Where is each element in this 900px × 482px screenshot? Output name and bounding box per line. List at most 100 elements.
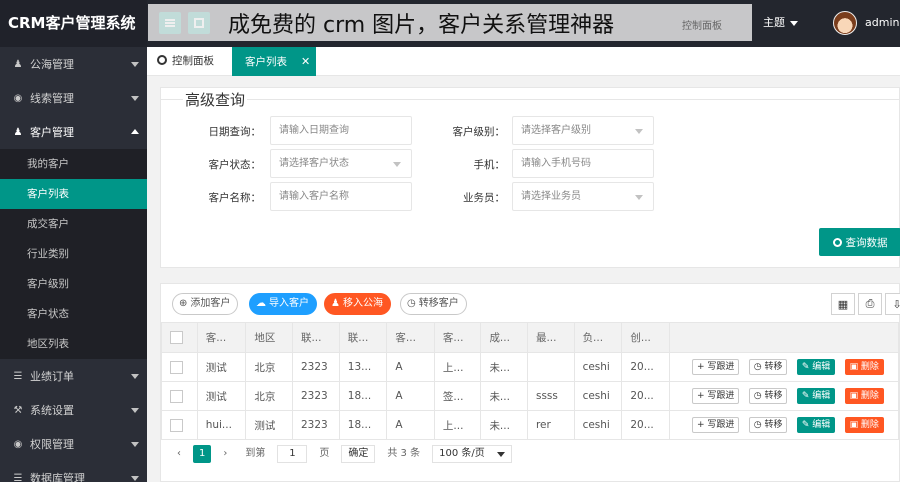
column-header[interactable]: 负... bbox=[573, 322, 623, 353]
table-cell: 上... bbox=[433, 410, 482, 440]
watermark-banner: 成免费的 crm 图片，客户关系管理神器 控制面板 bbox=[148, 4, 752, 41]
goto-page-input[interactable]: 1 bbox=[277, 445, 308, 463]
transfer-customer-button[interactable]: ◷ 转移客户 bbox=[400, 293, 467, 315]
status-select[interactable]: 请选择客户状态 bbox=[270, 149, 412, 178]
table-cell: 2323 bbox=[291, 381, 340, 411]
column-header[interactable]: 客... bbox=[386, 322, 435, 353]
goto-confirm-button[interactable]: 确定 bbox=[341, 445, 376, 463]
row-select-cell[interactable] bbox=[161, 352, 198, 382]
avatar[interactable] bbox=[833, 11, 857, 35]
button-label: 添加客户 bbox=[190, 298, 231, 309]
row-checkbox[interactable] bbox=[170, 389, 183, 403]
transfer-button[interactable]: ◷ 转移 bbox=[748, 417, 788, 433]
submenu-item-customer-list[interactable]: 客户列表 bbox=[0, 179, 147, 209]
name-label: 客户名称： bbox=[208, 192, 262, 204]
sidebar-item-database[interactable]: ☰ 数据库管理 bbox=[0, 461, 147, 482]
theme-menu[interactable]: 主题 bbox=[763, 0, 798, 47]
sidebar-item-public-pool[interactable]: ♟ 公海管理 bbox=[0, 47, 147, 81]
button-label: 移入公海 bbox=[342, 298, 383, 309]
name-input[interactable]: 请输入客户名称 bbox=[270, 182, 412, 211]
sidebar-item-leads[interactable]: ◉ 线索管理 bbox=[0, 81, 147, 115]
sidebar-item-customers[interactable]: ♟ 客户管理 bbox=[0, 115, 147, 149]
table-cell bbox=[526, 352, 575, 382]
globe-icon: ◉ bbox=[13, 92, 23, 104]
header-dashboard-link[interactable]: 控制面板 bbox=[682, 17, 722, 32]
table-cell: 13... bbox=[338, 352, 388, 382]
chevron-down-icon bbox=[635, 129, 643, 134]
chevron-down-icon bbox=[131, 96, 139, 101]
page-size-select[interactable]: 100 条/页 bbox=[432, 445, 513, 463]
date-input[interactable]: 请输入日期查询 bbox=[270, 116, 412, 145]
row-actions: + 写跟进 ◷ 转移 ✎ 编辑 ▣ 删除 bbox=[669, 381, 899, 411]
select-all-checkbox[interactable] bbox=[170, 331, 183, 344]
column-header[interactable]: 客... bbox=[433, 322, 482, 353]
edit-button[interactable]: ✎ 编辑 bbox=[796, 417, 836, 433]
follow-up-button[interactable]: + 写跟进 bbox=[692, 417, 740, 433]
follow-up-button[interactable]: + 写跟进 bbox=[692, 388, 740, 404]
export-icon[interactable]: ⇩ bbox=[885, 293, 900, 315]
column-header[interactable]: 联... bbox=[291, 322, 340, 353]
table-cell: 20... bbox=[621, 381, 670, 411]
transfer-button[interactable]: ◷ 转移 bbox=[748, 388, 788, 404]
tab-customer-list[interactable]: 客户列表 ✕ bbox=[232, 47, 316, 76]
submenu-item-region[interactable]: 地区列表 bbox=[0, 329, 147, 359]
column-header[interactable]: 客... bbox=[196, 322, 247, 353]
submenu-item-customer-status[interactable]: 客户状态 bbox=[0, 299, 147, 329]
submenu-item-my-customers[interactable]: 我的客户 bbox=[0, 149, 147, 179]
column-header[interactable]: 成... bbox=[480, 322, 528, 353]
row-checkbox[interactable] bbox=[170, 360, 183, 374]
globe-icon bbox=[157, 55, 167, 65]
follow-up-button[interactable]: + 写跟进 bbox=[692, 359, 740, 375]
customer-table: 客... 地区 联... 联... 客... 客... 成... 最... 负.… bbox=[161, 322, 899, 440]
search-button[interactable]: 查询数据 bbox=[819, 228, 900, 256]
sidebar-item-orders[interactable]: ☰ 业绩订单 bbox=[0, 359, 147, 393]
edit-button[interactable]: ✎ 编辑 bbox=[796, 388, 836, 404]
level-label: 客户级别： bbox=[452, 126, 506, 138]
column-header[interactable]: 创... bbox=[621, 322, 670, 353]
row-select-cell[interactable] bbox=[161, 381, 198, 411]
app-logo: CRM客户管理系统 bbox=[0, 0, 147, 47]
wrench-icon: ⚒ bbox=[13, 404, 23, 416]
page-number-current[interactable]: 1 bbox=[193, 445, 212, 463]
transfer-button[interactable]: ◷ 转移 bbox=[748, 359, 788, 375]
delete-button[interactable]: ▣ 删除 bbox=[844, 388, 884, 404]
level-select[interactable]: 请选择客户级别 bbox=[512, 116, 654, 145]
date-label: 日期查询： bbox=[208, 126, 262, 138]
prev-page-icon[interactable]: ‹ bbox=[171, 445, 187, 463]
advanced-search-panel: 高级查询 日期查询： 请输入日期查询 客户级别： 请选择客户级别 客户状态： 请… bbox=[160, 87, 900, 268]
user-icon: ♟ bbox=[13, 126, 23, 138]
sidebar-item-label: 线索管理 bbox=[30, 92, 74, 105]
submenu-item-customer-level[interactable]: 客户级别 bbox=[0, 269, 147, 299]
submenu-item-closed-customers[interactable]: 成交客户 bbox=[0, 209, 147, 239]
sidebar-item-permissions[interactable]: ◉ 权限管理 bbox=[0, 427, 147, 461]
table-cell: 20... bbox=[621, 352, 670, 382]
tab-label: 控制面板 bbox=[172, 55, 214, 67]
import-customer-button[interactable]: ☁ 导入客户 bbox=[249, 293, 317, 315]
chevron-down-icon bbox=[131, 374, 139, 379]
tab-dashboard[interactable]: 控制面板 bbox=[157, 47, 237, 76]
table-header-row: 客... 地区 联... 联... 客... 客... 成... 最... 负.… bbox=[161, 322, 899, 353]
plus-circle-icon: ⊕ bbox=[179, 298, 188, 309]
add-customer-button[interactable]: ⊕ 添加客户 bbox=[172, 293, 239, 315]
table-cell: hui... bbox=[196, 410, 247, 440]
sidebar-item-settings[interactable]: ⚒ 系统设置 bbox=[0, 393, 147, 427]
submenu-item-industry[interactable]: 行业类别 bbox=[0, 239, 147, 269]
column-header[interactable]: 最... bbox=[526, 322, 575, 353]
print-icon[interactable]: ⎙ bbox=[858, 293, 882, 315]
select-all-cell[interactable] bbox=[161, 322, 198, 353]
move-to-pool-button[interactable]: ♟ 移入公海 bbox=[324, 293, 391, 315]
user-menu[interactable]: admin bbox=[865, 0, 900, 71]
delete-button[interactable]: ▣ 删除 bbox=[844, 359, 884, 375]
sales-label: 业务员： bbox=[463, 192, 505, 204]
column-header[interactable]: 联... bbox=[338, 322, 388, 353]
phone-input[interactable]: 请输入手机号码 bbox=[512, 149, 654, 178]
row-checkbox[interactable] bbox=[170, 418, 183, 432]
next-page-icon[interactable]: › bbox=[217, 445, 233, 463]
close-icon[interactable]: ✕ bbox=[301, 55, 310, 68]
delete-button[interactable]: ▣ 删除 bbox=[844, 417, 884, 433]
columns-filter-icon[interactable]: ▦ bbox=[831, 293, 855, 315]
column-header[interactable]: 地区 bbox=[245, 322, 293, 353]
row-select-cell[interactable] bbox=[161, 410, 198, 440]
edit-button[interactable]: ✎ 编辑 bbox=[796, 359, 836, 375]
sales-select[interactable]: 请选择业务员 bbox=[512, 182, 654, 211]
